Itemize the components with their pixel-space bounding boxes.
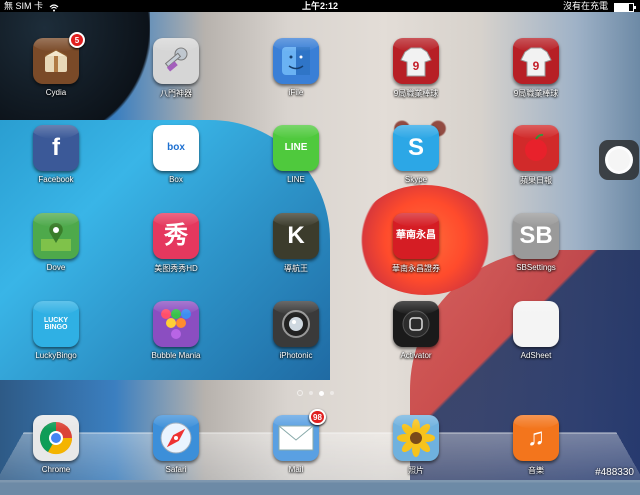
apple-icon <box>513 125 559 171</box>
watermark: #488330 <box>595 467 634 478</box>
baseball-jersey-icon: 9 <box>393 38 439 84</box>
charging-text: 沒有在充電 <box>562 1 608 11</box>
app-apple_daily[interactable]: 蘋果日報 <box>491 125 581 205</box>
app-label: Facebook <box>38 175 74 184</box>
app-skype[interactable]: S Skype <box>371 125 461 205</box>
app-baseball2[interactable]: 9 9局職業棒球 <box>491 38 581 118</box>
app-luckybingo[interactable]: LUCKY BINGO LuckyBingo <box>11 301 101 381</box>
app-baseball1[interactable]: 9 9局職業棒球 <box>371 38 461 118</box>
app-label: LINE <box>287 175 305 184</box>
battery-level <box>615 3 630 11</box>
music-note-icon: ♫ <box>513 415 559 461</box>
app-facebook[interactable]: f Facebook <box>11 125 101 205</box>
app-label: 9局職業棒球 <box>513 89 559 98</box>
home-button-icon <box>393 301 439 347</box>
app-label: 照片 <box>408 466 424 475</box>
blank-sheet-icon <box>513 301 559 347</box>
dock-app-safari[interactable]: Safari <box>131 415 221 495</box>
chrome-icon <box>33 415 79 461</box>
page-indicator[interactable] <box>297 390 334 396</box>
app-ifile[interactable]: iFile <box>251 38 341 118</box>
app-navking[interactable]: K 導航王 <box>251 213 341 293</box>
dock-app-chrome[interactable]: Chrome <box>11 415 101 495</box>
page-dot-2[interactable] <box>319 390 324 396</box>
key-icon <box>153 38 199 84</box>
app-sbsettings[interactable]: SB SBSettings <box>491 213 581 293</box>
app-label: Activator <box>400 351 432 360</box>
app-label: 八門神器 <box>160 89 192 98</box>
app-line[interactable]: LINE LINE <box>251 125 341 205</box>
status-time: 上午2:12 <box>301 1 338 11</box>
app-cydia[interactable]: 5 Cydia <box>11 32 101 118</box>
finder-icon <box>273 38 319 84</box>
svg-text:9: 9 <box>413 59 420 73</box>
app-label: 華南永昌證券 <box>392 264 440 273</box>
bingo-icon: LUCKY BINGO <box>33 301 79 347</box>
sunflower-icon <box>393 415 439 461</box>
sbsettings-icon: SB <box>513 213 559 259</box>
bank-logo-icon: 華南永昌 <box>393 213 439 259</box>
dock-app-music[interactable]: ♫ 音樂 <box>491 415 581 495</box>
app-label: 9局職業棒球 <box>393 89 439 98</box>
assistive-touch-icon <box>605 146 633 174</box>
map-pin-icon <box>33 213 79 259</box>
app-activator[interactable]: Activator <box>371 301 461 381</box>
app-iphotonic[interactable]: iPhotonic <box>251 301 341 381</box>
app-dove[interactable]: Dove <box>11 213 101 293</box>
app-label: Cydia <box>45 88 67 97</box>
app-label: Mail <box>288 465 304 474</box>
app-meitu[interactable]: 秀美图秀秀HD <box>131 213 221 293</box>
dock-app-mail[interactable]: 98 Mail <box>251 409 341 495</box>
app-label: AdSheet <box>520 351 552 360</box>
app-label: iPhotonic <box>279 351 313 360</box>
lens-icon <box>273 301 319 347</box>
page-dot-3[interactable] <box>330 391 334 395</box>
app-label: SBSettings <box>516 263 556 272</box>
navigation-icon: K <box>273 213 319 259</box>
notification-badge: 5 <box>69 32 85 48</box>
app-label: 音樂 <box>528 466 544 475</box>
page-dot-1[interactable] <box>309 391 313 395</box>
app-label: Bubble Mania <box>151 351 201 360</box>
app-keys[interactable]: 八門神器 <box>131 38 221 118</box>
svg-text:9: 9 <box>533 59 540 73</box>
line-chat-icon: LINE <box>273 125 319 171</box>
skype-icon: S <box>393 125 439 171</box>
assistive-touch-button[interactable] <box>599 140 639 180</box>
app-label: Dove <box>46 263 66 272</box>
app-label: 導航王 <box>284 264 308 273</box>
app-label: iFile <box>288 88 304 97</box>
app-label: Safari <box>165 465 187 474</box>
app-label: Skype <box>404 175 428 184</box>
app-label: 蘋果日報 <box>520 176 552 185</box>
app-label: Box <box>169 175 183 184</box>
app-adsheet[interactable]: AdSheet <box>491 301 581 381</box>
dock-app-photos[interactable]: 照片 <box>371 415 461 495</box>
facebook-icon: f <box>33 125 79 171</box>
box-icon: box <box>153 125 199 171</box>
app-hnsec[interactable]: 華南永昌華南永昌證券 <box>371 213 461 293</box>
app-bubblemania[interactable]: Bubble Mania <box>131 301 221 381</box>
compass-icon <box>153 415 199 461</box>
notification-badge: 98 <box>309 409 326 425</box>
bubbles-icon <box>153 301 199 347</box>
app-box[interactable]: box Box <box>131 125 221 205</box>
status-bar: 無 SIM 卡 上午2:12 沒有在充電 <box>0 0 640 12</box>
baseball-jersey-icon: 9 <box>513 38 559 84</box>
meitu-icon: 秀 <box>153 213 199 259</box>
app-label: Chrome <box>41 465 71 474</box>
app-label: LuckyBingo <box>35 351 77 360</box>
app-label: 美图秀秀HD <box>154 264 198 273</box>
battery-icon <box>614 2 636 12</box>
search-page-dot[interactable] <box>297 390 303 396</box>
